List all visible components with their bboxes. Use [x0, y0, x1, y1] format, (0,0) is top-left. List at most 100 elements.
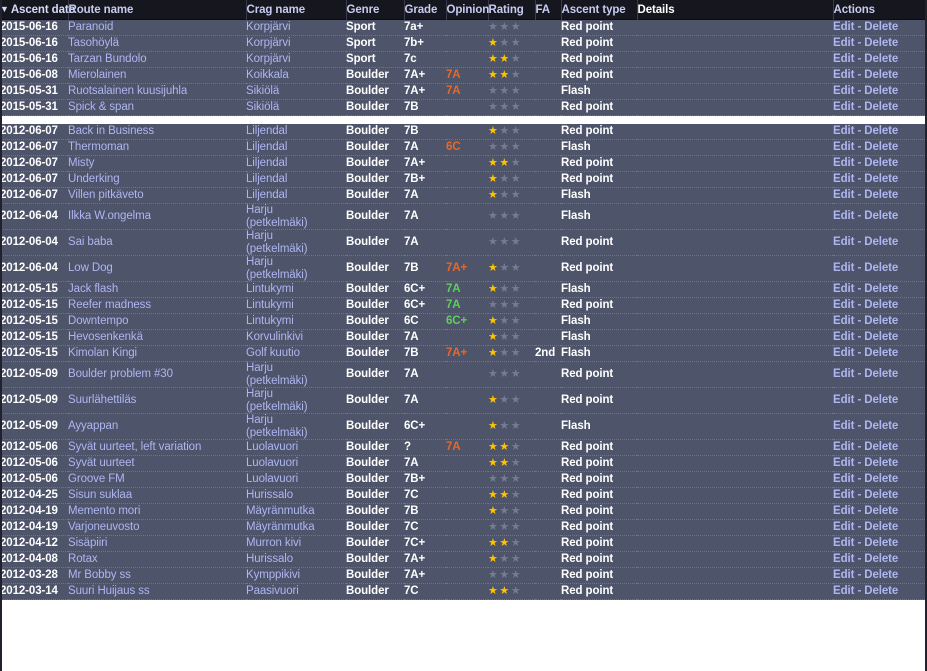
cell-crag-name[interactable]: Harju (petkelmäki) — [246, 387, 346, 414]
cell-crag-name[interactable]: Lintukymi — [246, 313, 346, 330]
cell-crag-name[interactable]: Sikiölä — [246, 83, 346, 100]
cell-route-name[interactable]: Back in Business — [68, 124, 246, 140]
delete-link[interactable]: Delete — [864, 85, 898, 97]
delete-link[interactable]: Delete — [864, 505, 898, 517]
cell-crag-name[interactable]: Korpjärvi — [246, 20, 346, 36]
cell-crag-name[interactable]: Sikiölä — [246, 99, 346, 116]
delete-link[interactable]: Delete — [864, 347, 898, 359]
cell-crag-name[interactable]: Murron kivi — [246, 535, 346, 552]
cell-crag-name[interactable]: Lintukymi — [246, 281, 346, 298]
edit-link[interactable]: Edit — [833, 21, 854, 33]
edit-link[interactable]: Edit — [833, 53, 854, 65]
delete-link[interactable]: Delete — [864, 585, 898, 597]
cell-crag-name[interactable]: Korpjärvi — [246, 51, 346, 68]
delete-link[interactable]: Delete — [864, 473, 898, 485]
cell-route-name[interactable]: Paranoid — [68, 20, 246, 36]
cell-route-name[interactable]: Downtempo — [68, 313, 246, 330]
edit-link[interactable]: Edit — [833, 173, 854, 185]
column-header-fa[interactable]: FA — [535, 0, 562, 20]
cell-route-name[interactable]: Villen pitkäveto — [68, 187, 246, 204]
cell-route-name[interactable]: Ilkka W.ongelma — [68, 203, 246, 230]
edit-link[interactable]: Edit — [833, 569, 854, 581]
edit-link[interactable]: Edit — [833, 394, 854, 406]
delete-link[interactable]: Delete — [864, 420, 898, 432]
edit-link[interactable]: Edit — [833, 420, 854, 432]
cell-crag-name[interactable]: Liljendal — [246, 124, 346, 140]
delete-link[interactable]: Delete — [864, 457, 898, 469]
cell-route-name[interactable]: Underking — [68, 171, 246, 188]
delete-link[interactable]: Delete — [864, 157, 898, 169]
cell-route-name[interactable]: Sisäpiiri — [68, 535, 246, 552]
edit-link[interactable]: Edit — [833, 125, 854, 137]
delete-link[interactable]: Delete — [864, 569, 898, 581]
cell-crag-name[interactable]: Kymppikivi — [246, 567, 346, 584]
delete-link[interactable]: Delete — [864, 537, 898, 549]
cell-route-name[interactable]: Suurlähettiläs — [68, 387, 246, 414]
delete-link[interactable]: Delete — [864, 299, 898, 311]
edit-link[interactable]: Edit — [833, 283, 854, 295]
cell-route-name[interactable]: Kimolan Kingi — [68, 345, 246, 362]
cell-route-name[interactable]: Memento mori — [68, 503, 246, 520]
cell-crag-name[interactable]: Mäyränmutka — [246, 503, 346, 520]
cell-route-name[interactable]: Hevosenkenkä — [68, 329, 246, 346]
cell-crag-name[interactable]: Liljendal — [246, 139, 346, 156]
delete-link[interactable]: Delete — [864, 489, 898, 501]
delete-link[interactable]: Delete — [864, 37, 898, 49]
column-header-ascent-date[interactable]: ▼ Ascent date — [0, 0, 75, 20]
cell-crag-name[interactable]: Harju (petkelmäki) — [246, 203, 346, 230]
cell-route-name[interactable]: Sisun suklaa — [68, 487, 246, 504]
delete-link[interactable]: Delete — [864, 283, 898, 295]
cell-crag-name[interactable]: Liljendal — [246, 155, 346, 172]
cell-crag-name[interactable]: Luolavuori — [246, 439, 346, 456]
cell-crag-name[interactable]: Luolavuori — [246, 455, 346, 472]
cell-route-name[interactable]: Ruotsalainen kuusijuhla — [68, 83, 246, 100]
cell-crag-name[interactable]: Liljendal — [246, 171, 346, 188]
edit-link[interactable]: Edit — [833, 521, 854, 533]
delete-link[interactable]: Delete — [864, 21, 898, 33]
cell-crag-name[interactable]: Hurissalo — [246, 551, 346, 568]
edit-link[interactable]: Edit — [833, 505, 854, 517]
delete-link[interactable]: Delete — [864, 262, 898, 274]
cell-route-name[interactable]: Groove FM — [68, 471, 246, 488]
cell-crag-name[interactable]: Lintukymi — [246, 297, 346, 314]
edit-link[interactable]: Edit — [833, 141, 854, 153]
cell-route-name[interactable]: Sai baba — [68, 229, 246, 256]
column-header-details[interactable]: Details — [637, 0, 834, 20]
delete-link[interactable]: Delete — [864, 553, 898, 565]
edit-link[interactable]: Edit — [833, 299, 854, 311]
column-header-grade[interactable]: Grade — [404, 0, 447, 20]
cell-route-name[interactable]: Misty — [68, 155, 246, 172]
edit-link[interactable]: Edit — [833, 489, 854, 501]
cell-crag-name[interactable]: Liljendal — [246, 187, 346, 204]
edit-link[interactable]: Edit — [833, 585, 854, 597]
cell-route-name[interactable]: Reefer madness — [68, 297, 246, 314]
edit-link[interactable]: Edit — [833, 441, 854, 453]
delete-link[interactable]: Delete — [864, 331, 898, 343]
column-header-rating[interactable]: Rating — [488, 0, 536, 20]
edit-link[interactable]: Edit — [833, 553, 854, 565]
cell-crag-name[interactable]: Mäyränmutka — [246, 519, 346, 536]
cell-crag-name[interactable]: Koikkala — [246, 67, 346, 84]
delete-link[interactable]: Delete — [864, 141, 898, 153]
edit-link[interactable]: Edit — [833, 157, 854, 169]
delete-link[interactable]: Delete — [864, 236, 898, 248]
edit-link[interactable]: Edit — [833, 85, 854, 97]
cell-crag-name[interactable]: Korvulinkivi — [246, 329, 346, 346]
cell-route-name[interactable]: Boulder problem #30 — [68, 361, 246, 388]
edit-link[interactable]: Edit — [833, 236, 854, 248]
cell-crag-name[interactable]: Harju (petkelmäki) — [246, 255, 346, 282]
edit-link[interactable]: Edit — [833, 368, 854, 380]
delete-link[interactable]: Delete — [864, 521, 898, 533]
edit-link[interactable]: Edit — [833, 210, 854, 222]
delete-link[interactable]: Delete — [864, 53, 898, 65]
delete-link[interactable]: Delete — [864, 101, 898, 113]
edit-link[interactable]: Edit — [833, 347, 854, 359]
delete-link[interactable]: Delete — [864, 125, 898, 137]
edit-link[interactable]: Edit — [833, 101, 854, 113]
delete-link[interactable]: Delete — [864, 189, 898, 201]
cell-crag-name[interactable]: Harju (petkelmäki) — [246, 229, 346, 256]
delete-link[interactable]: Delete — [864, 394, 898, 406]
edit-link[interactable]: Edit — [833, 262, 854, 274]
cell-route-name[interactable]: Ayyappan — [68, 413, 246, 440]
edit-link[interactable]: Edit — [833, 69, 854, 81]
